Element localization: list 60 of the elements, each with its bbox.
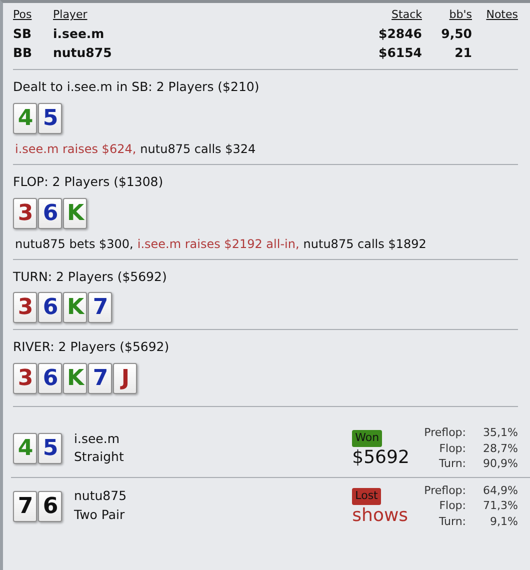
playing-card: K	[63, 363, 87, 394]
equity-value: 90,9%	[482, 456, 518, 472]
column-header: bb's	[448, 7, 472, 23]
action-text: nutu875 bets $300,	[15, 236, 134, 252]
playing-card: 7	[88, 363, 112, 394]
action-text: i.see.m raises $2192 all-in,	[137, 236, 300, 252]
table-cell-text: i.see.m	[53, 24, 106, 42]
action-text: nutu875 calls $1892	[303, 236, 426, 252]
playing-card: 5	[38, 432, 62, 464]
equity-label: Flop:	[438, 440, 466, 456]
equity-label: Turn:	[438, 514, 466, 530]
table-cell-text: SB	[13, 24, 33, 42]
playing-card: K	[63, 292, 87, 324]
table-cell-text: $6154	[378, 44, 422, 62]
playing-card: 6	[38, 490, 62, 522]
street-title: FLOP: 2 Players ($1308)	[13, 172, 164, 191]
street-title: TURN: 2 Players ($5692)	[13, 268, 168, 286]
playing-card: 4	[13, 432, 37, 464]
player-name: nutu875	[74, 487, 128, 506]
column-header: Stack	[390, 7, 422, 23]
playing-card: 6	[38, 198, 62, 228]
playing-card: K	[63, 198, 87, 228]
result-tag: Won	[352, 430, 382, 447]
equity-value: 71,3%	[482, 498, 518, 514]
equity-value: 28,7%	[482, 440, 518, 456]
action-text: i.see.m raises $624,	[15, 140, 136, 158]
table-cell-text: BB	[13, 44, 34, 62]
action-text: nutu875 calls $324	[140, 140, 256, 158]
column-header: Player	[53, 7, 88, 23]
equity-value: 35,1%	[482, 425, 518, 441]
playing-card: 7	[88, 292, 112, 324]
column-header: Pos	[13, 7, 33, 23]
player-name: i.see.m	[74, 430, 120, 448]
playing-card: 4	[13, 102, 37, 134]
playing-card: 3	[13, 292, 37, 324]
equity-label: Turn:	[438, 456, 466, 472]
street-title: RIVER: 2 Players ($5692)	[13, 338, 170, 356]
hand-name: Straight	[74, 448, 125, 466]
table-cell-text: 21	[454, 44, 472, 62]
table-cell-text: $2846	[378, 24, 422, 42]
equity-label: Flop:	[438, 498, 466, 514]
playing-card: J	[113, 363, 137, 394]
equity-label: Preflop:	[424, 425, 466, 441]
playing-card: 5	[38, 102, 62, 134]
playing-card: 6	[38, 363, 62, 394]
playing-card: 6	[38, 292, 62, 324]
result-amount: $5692	[352, 446, 410, 468]
result-tag: Lost	[352, 488, 381, 505]
hand-name: Two Pair	[74, 506, 126, 524]
playing-card: 3	[13, 363, 37, 394]
result-amount: shows	[352, 504, 410, 526]
playing-card: 7	[13, 490, 37, 522]
table-cell-text: nutu875	[53, 44, 113, 62]
column-header: Notes	[485, 7, 518, 23]
equity-label: Preflop:	[424, 482, 466, 498]
equity-value: 9,1%	[489, 514, 518, 530]
table-cell-text: 9,50	[440, 24, 472, 42]
street-title: Dealt to i.see.m in SB: 2 Players ($210)	[13, 78, 260, 96]
playing-card: 3	[13, 198, 37, 228]
equity-value: 64,9%	[482, 482, 518, 498]
